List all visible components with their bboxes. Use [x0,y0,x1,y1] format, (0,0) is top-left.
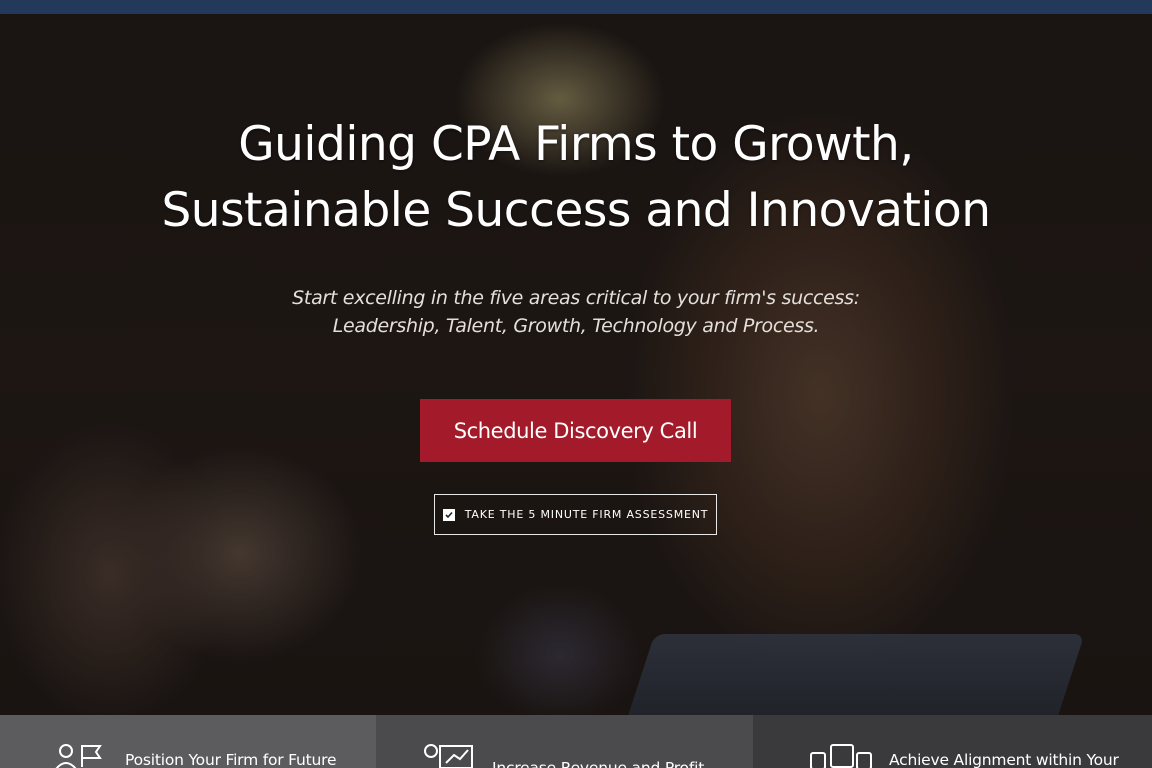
schedule-discovery-call-button[interactable]: Schedule Discovery Call [420,399,731,462]
hero-section: Guiding CPA Firms to Growth, Sustainable… [0,14,1152,715]
feature-label: Position Your Firm for Future [125,751,337,768]
feature-position-firm[interactable]: Position Your Firm for Future [0,715,376,768]
hero-title-line-2: Sustainable Success and Innovation [161,183,991,238]
hero-title: Guiding CPA Firms to Growth, Sustainable… [76,112,1076,244]
hero-subtitle-line-1: Start excelling in the five areas critic… [292,287,860,309]
feature-label: Increase Revenue and Profit [492,759,705,768]
hero-subtitle-line-2: Leadership, Talent, Growth, Technology a… [332,315,820,337]
hero-subtitle: Start excelling in the five areas critic… [226,284,926,340]
chart-board-icon [420,741,478,768]
checkbox-icon [442,508,455,521]
feature-achieve-alignment[interactable]: Achieve Alignment within Your [753,715,1152,768]
people-flag-icon [52,741,110,768]
firm-assessment-button[interactable]: TAKE THE 5 MINUTE FIRM ASSESSMENT [434,494,717,535]
hero-title-line-1: Guiding CPA Firms to Growth, [238,117,914,172]
feature-strip: Position Your Firm for Future Increase R… [0,715,1152,768]
firm-assessment-label: TAKE THE 5 MINUTE FIRM ASSESSMENT [464,508,709,521]
team-devices-icon [809,741,873,768]
top-nav-bar [0,0,1152,14]
feature-label: Achieve Alignment within Your [889,751,1119,768]
feature-increase-revenue[interactable]: Increase Revenue and Profit [376,715,753,768]
